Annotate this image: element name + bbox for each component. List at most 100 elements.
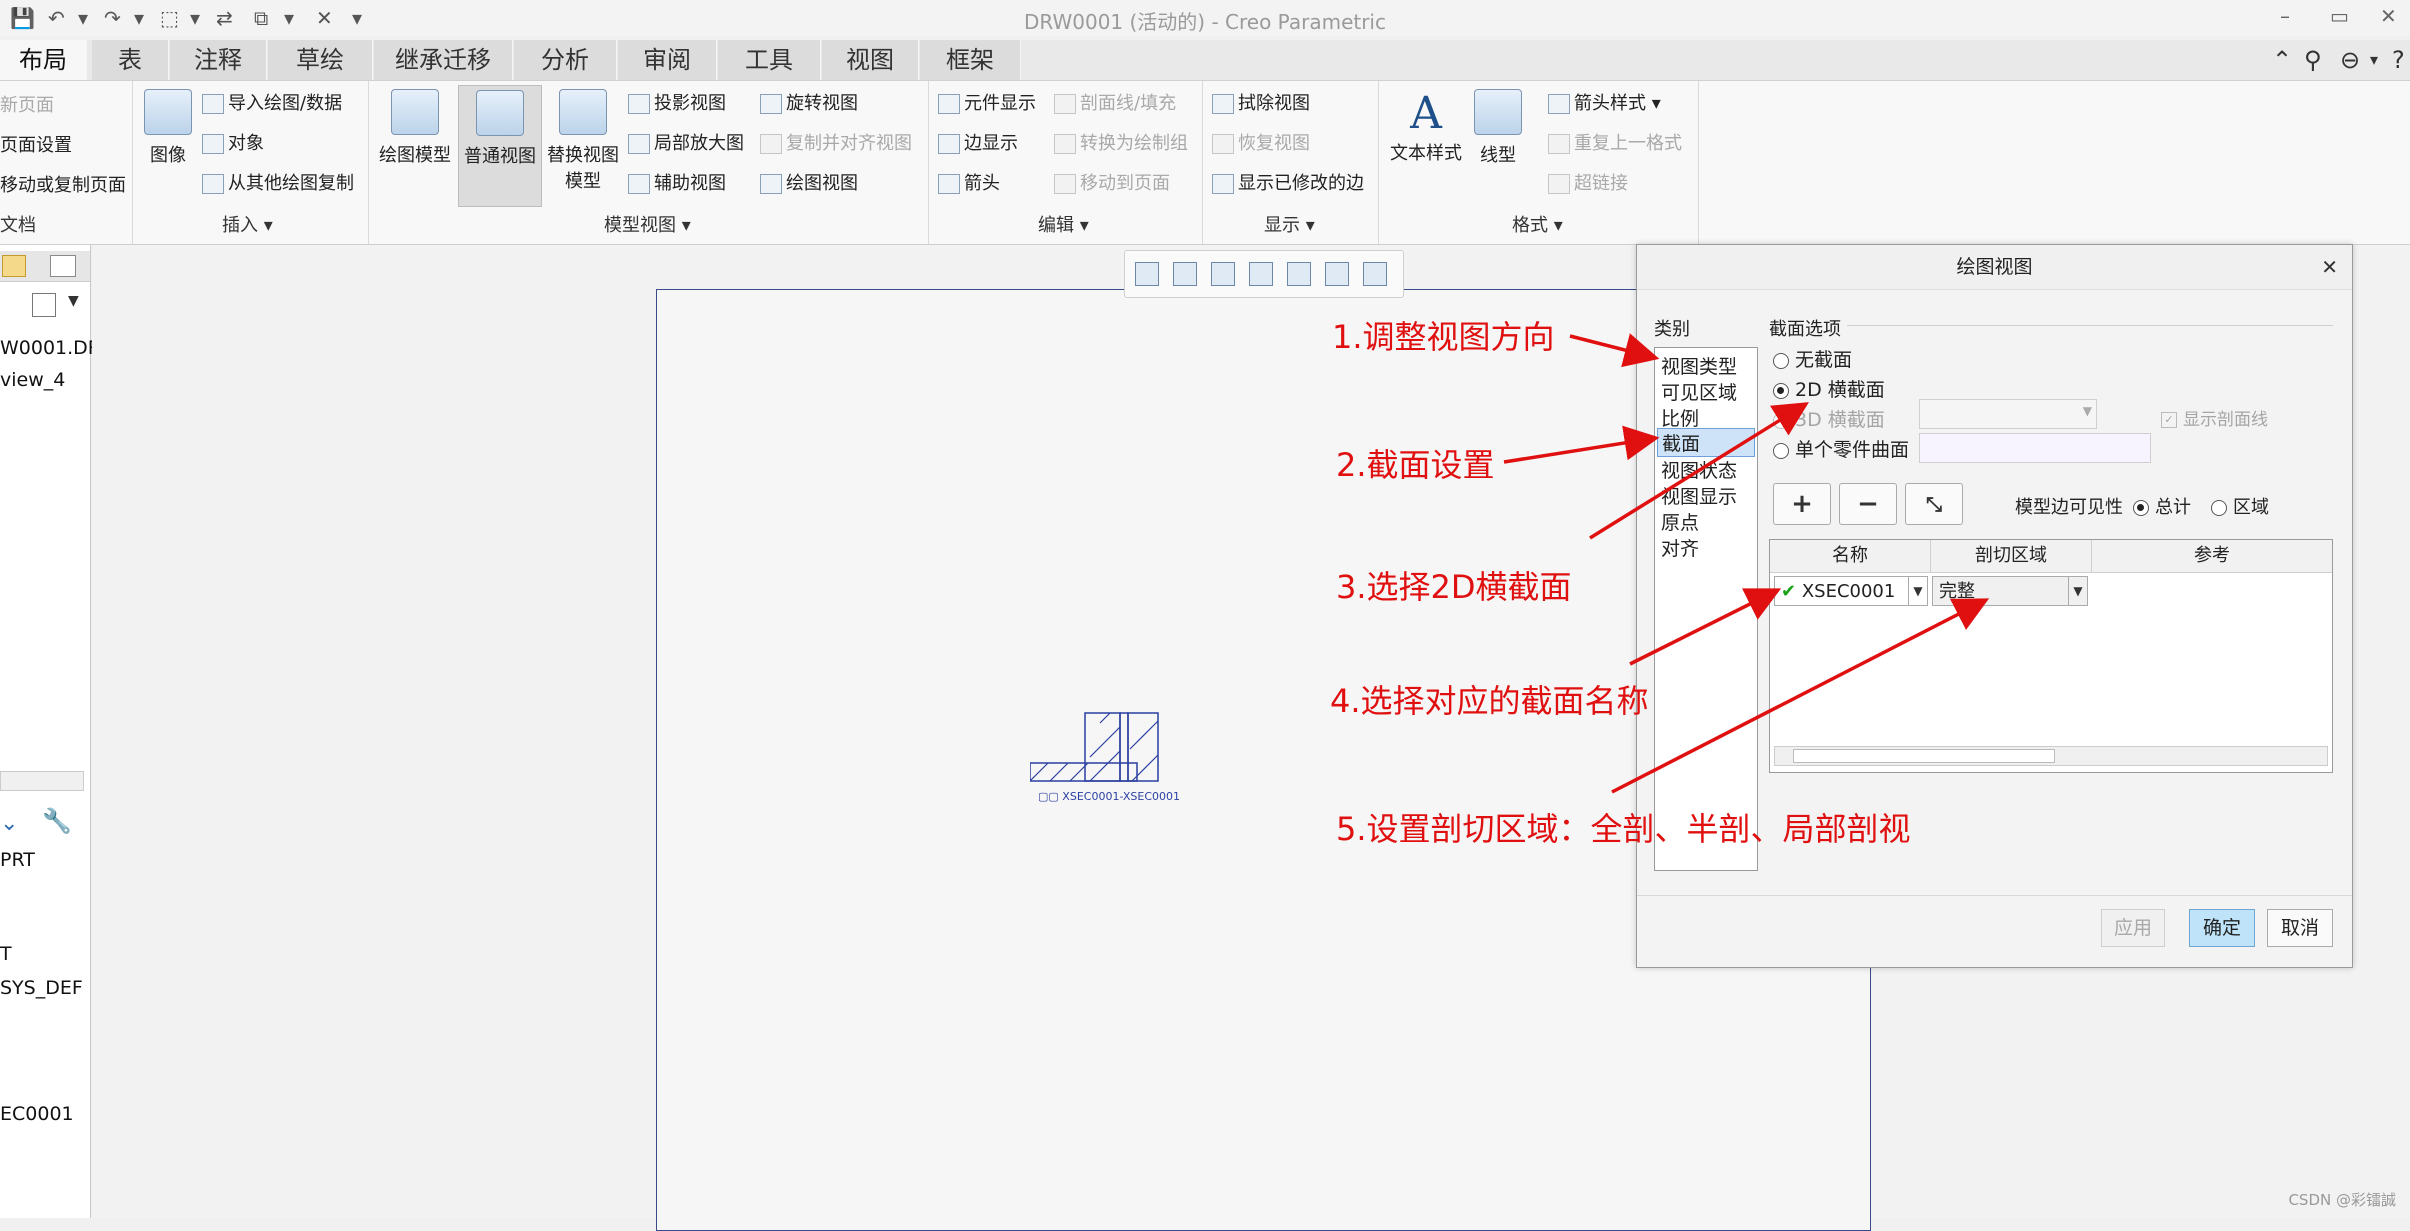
edge-display-button[interactable]: 边显示: [938, 129, 1018, 155]
resume-view-button[interactable]: 恢复视图: [1212, 129, 1310, 155]
tab-framework[interactable]: 框架: [920, 40, 1021, 80]
import-drawing-button[interactable]: 导入绘图/数据: [202, 89, 342, 115]
projection-view-button[interactable]: 投影视图: [628, 89, 726, 115]
zoom-in-icon[interactable]: [1173, 262, 1197, 286]
undo-icon[interactable]: ↶: [48, 6, 65, 30]
arrow-button[interactable]: 箭头: [938, 169, 1000, 195]
category-alignment[interactable]: 对齐: [1661, 534, 1699, 561]
account-icon[interactable]: ⊖: [2340, 46, 2360, 74]
maximize-button[interactable]: ▭: [2330, 4, 2349, 28]
undo-dropdown-icon[interactable]: ▾: [78, 6, 88, 30]
chevron-down-icon[interactable]: ▼: [2068, 577, 2087, 605]
area-radio[interactable]: [2211, 500, 2227, 516]
account-dropdown-icon[interactable]: ▾: [2370, 50, 2378, 69]
tab-annotate[interactable]: 注释: [170, 40, 267, 80]
close-window-icon[interactable]: ✕: [316, 6, 333, 30]
revolved-view-button[interactable]: 旋转视图: [760, 89, 858, 115]
category-view-type[interactable]: 视图类型: [1661, 352, 1737, 379]
remove-section-button[interactable]: −: [1839, 483, 1897, 525]
windows-icon[interactable]: ⧉: [254, 6, 268, 30]
tree-item-csys[interactable]: SYS_DEF: [0, 977, 83, 999]
redo-icon[interactable]: ↷: [104, 6, 121, 30]
repaint-icon[interactable]: [1249, 262, 1273, 286]
category-scale[interactable]: 比例: [1661, 404, 1699, 431]
display-icon[interactable]: ⌄: [0, 811, 18, 836]
hatching-button[interactable]: 剖面线/填充: [1054, 89, 1176, 115]
add-section-button[interactable]: +: [1773, 483, 1831, 525]
cut-area-select[interactable]: 完整 ▼: [1932, 576, 2088, 606]
flip-section-button[interactable]: ⤡: [1905, 483, 1963, 525]
folder-icon[interactable]: [2, 255, 26, 277]
regenerate-icon[interactable]: ⇄: [216, 6, 233, 30]
tree-settings-dropdown-icon[interactable]: ▼: [68, 293, 79, 309]
group-label-display[interactable]: 显示 ▾: [1264, 211, 1315, 237]
chevron-down-icon[interactable]: ▼: [1908, 577, 1927, 605]
display-style-icon[interactable]: [1287, 262, 1311, 286]
copy-from-drawing-button[interactable]: 从其他绘图复制: [202, 169, 354, 195]
hyperlink-button[interactable]: 超链接: [1548, 169, 1628, 195]
3d-section-radio[interactable]: [1773, 412, 1789, 429]
tools-icon[interactable]: 🔧: [42, 807, 72, 835]
tree-scrollbar[interactable]: [0, 771, 84, 791]
scroll-thumb[interactable]: [1793, 749, 2055, 763]
3d-section-select[interactable]: ▼: [1919, 399, 2097, 429]
minimize-button[interactable]: –: [2280, 4, 2290, 28]
no-section-option[interactable]: 无截面: [1773, 345, 1852, 372]
collapse-ribbon-icon[interactable]: ⌃: [2272, 46, 2292, 74]
tab-analysis[interactable]: 分析: [514, 40, 617, 80]
help-icon[interactable]: ?: [2392, 46, 2405, 74]
repeat-last-format-button[interactable]: 重复上一格式: [1548, 129, 1682, 155]
drawing-model-button[interactable]: 绘图模型: [374, 89, 456, 167]
select-dropdown-icon[interactable]: ▾: [190, 6, 200, 30]
refit-icon[interactable]: [1135, 262, 1159, 286]
zoom-out-icon[interactable]: [1211, 262, 1235, 286]
ok-button[interactable]: 确定: [2189, 909, 2255, 947]
tab-legacy-migration[interactable]: 继承迁移: [374, 40, 513, 80]
line-style-button[interactable]: 线型: [1470, 89, 1526, 167]
move-to-sheet-button[interactable]: 移动到页面: [1054, 169, 1170, 195]
arrow-style-button[interactable]: 箭头样式 ▾: [1548, 89, 1661, 115]
tab-sketch[interactable]: 草绘: [268, 40, 373, 80]
category-visible-area[interactable]: 可见区域: [1661, 378, 1737, 405]
save-icon[interactable]: 💾: [10, 6, 35, 30]
category-view-display[interactable]: 视图显示: [1661, 482, 1737, 509]
group-label-edit[interactable]: 编辑 ▾: [1038, 211, 1089, 237]
tree-item-drawing[interactable]: W0001.DR: [0, 337, 101, 359]
3d-section-option[interactable]: 3D 横截面: [1773, 405, 1885, 432]
annotation-display-icon[interactable]: [1363, 262, 1387, 286]
single-part-surface-radio[interactable]: [1773, 442, 1789, 459]
tree-item-xsec[interactable]: EC0001: [0, 1103, 74, 1125]
convert-draft-group-button[interactable]: 转换为绘制组: [1054, 129, 1188, 155]
image-button[interactable]: 图像: [138, 89, 198, 167]
general-view-button[interactable]: 普通视图: [458, 85, 542, 207]
tree-settings-icon[interactable]: [32, 293, 56, 317]
new-sheet-button[interactable]: 新页面: [0, 91, 54, 117]
part-surface-field[interactable]: [1919, 433, 2151, 463]
select-box-icon[interactable]: ⬚: [160, 6, 179, 30]
dialog-close-icon[interactable]: ✕: [2321, 245, 2338, 289]
sheet-display-icon[interactable]: [1325, 262, 1349, 286]
2d-section-radio[interactable]: [1773, 382, 1789, 399]
category-origin[interactable]: 原点: [1661, 508, 1699, 535]
section-view-label[interactable]: ▢▢ XSEC0001-XSEC0001: [1038, 790, 1180, 803]
object-button[interactable]: 对象: [202, 129, 264, 155]
tab-review[interactable]: 审阅: [618, 40, 717, 80]
section-name-select[interactable]: ✔ XSEC0001 ▼: [1774, 576, 1928, 606]
tree-item-part[interactable]: PRT: [0, 849, 35, 871]
copy-align-view-button[interactable]: 复制并对齐视图: [760, 129, 912, 155]
2d-section-option[interactable]: 2D 横截面: [1773, 375, 1885, 402]
close-button[interactable]: ✕: [2380, 4, 2397, 28]
customize-toolbar-icon[interactable]: ▾: [352, 6, 362, 30]
total-radio[interactable]: [2133, 500, 2149, 516]
group-label-format[interactable]: 格式 ▾: [1512, 211, 1563, 237]
show-hatch-checkbox[interactable]: ✓: [2161, 412, 2177, 428]
component-display-button[interactable]: 元件显示: [938, 89, 1036, 115]
single-part-surface-option[interactable]: 单个零件曲面: [1773, 435, 1909, 462]
category-view-states[interactable]: 视图状态: [1661, 456, 1737, 483]
edge-visibility-area[interactable]: 区域: [2211, 493, 2269, 519]
tab-view[interactable]: 视图: [822, 40, 919, 80]
page-setup-button[interactable]: 页面设置: [0, 131, 72, 157]
no-section-radio[interactable]: [1773, 352, 1789, 369]
replace-view-model-button[interactable]: 替换视图模型: [544, 89, 622, 193]
tab-tools[interactable]: 工具: [718, 40, 821, 80]
